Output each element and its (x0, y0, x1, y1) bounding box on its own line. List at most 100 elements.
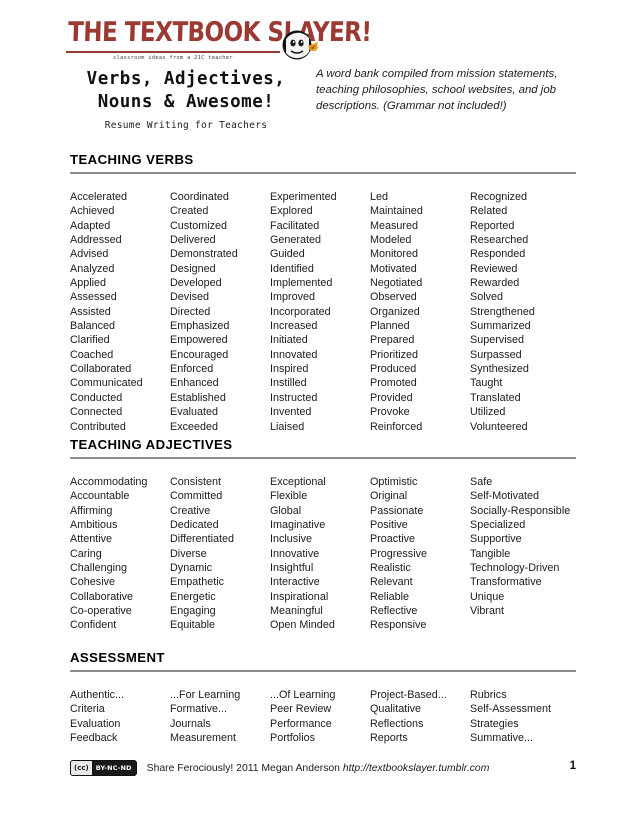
word-entry: Encouraged (170, 348, 229, 361)
section-title: TEACHING ADJECTIVES (70, 437, 233, 452)
word-entry: Imaginative (270, 519, 326, 532)
word-entry: ...Of Learning (270, 689, 336, 701)
word-columns: Accommodating Accountable Affirming Ambitio… (70, 475, 576, 633)
word-entry: Authentic... (70, 689, 125, 701)
brand-underline (66, 51, 280, 53)
section-divider (70, 457, 576, 459)
word-entry: Achieved (70, 205, 115, 218)
word-entry: Improved (270, 291, 316, 304)
word-entry: Initiated (270, 334, 308, 347)
word-entry: Dynamic (170, 562, 212, 575)
word-entry: Ambitious (70, 519, 118, 532)
word-column: Accommodating Accountable Affirming Ambitio… (70, 475, 170, 633)
word-entry: Strengthened (470, 305, 535, 318)
word-entry: Communicated (70, 377, 143, 390)
section-divider (70, 172, 576, 174)
word-entry: Affirming (70, 504, 113, 517)
word-entry: Exceptional (270, 476, 326, 488)
word-columns: Accelerated Achieved Adapted Addressed Advis… (70, 190, 576, 434)
word-entry: Feedback (70, 732, 118, 745)
word-entry: Developed (170, 277, 222, 290)
word-entry: Innovative (270, 547, 320, 560)
word-entry: Passionate (370, 504, 424, 517)
word-entry: Created (170, 205, 209, 218)
word-entry: Balanced (70, 320, 116, 333)
word-column: Accelerated Achieved Adapted Addressed Advis… (70, 190, 170, 434)
section-divider (70, 670, 576, 672)
word-entry: Measurement (170, 732, 237, 745)
word-entry: Relevant (370, 576, 413, 589)
word-entry: Peer Review (270, 703, 332, 716)
word-entry: Implemented (270, 277, 333, 290)
word-entry: Motivated (370, 262, 417, 275)
word-entry: Provided (370, 391, 413, 404)
word-entry: Responsive (370, 619, 427, 632)
footer-credit-text: Share Ferociously! 2011 Megan Anderson (146, 762, 343, 774)
word-entry: Evaluated (170, 406, 219, 419)
word-entry: Empowered (170, 334, 228, 347)
word-entry: Reports (370, 732, 408, 745)
slayer-mascot-icon (280, 26, 320, 66)
section-teaching-adjectives: TEACHING ADJECTIVES Accommodating Account… (70, 437, 576, 633)
word-columns: Authentic... Criteria Evaluation Feedback .… (70, 688, 576, 745)
page-number: 1 (569, 760, 576, 772)
word-entry: Socially-Responsible (470, 504, 571, 517)
creative-commons-badge-icon[interactable]: (cc) BY-NC-ND (70, 760, 137, 776)
word-entry: Meaningful (270, 605, 323, 618)
word-entry: Accountable (70, 490, 130, 503)
word-entry: Supervised (470, 334, 525, 347)
section-assessment: ASSESSMENT Authentic... Criteria Evaluatio… (70, 650, 576, 745)
section-teaching-verbs: TEACHING VERBS Accelerated Achieved Adapte… (70, 152, 576, 434)
word-entry: Supportive (470, 533, 522, 546)
word-entry: Summarized (470, 320, 531, 333)
word-entry: Inclusive (270, 533, 313, 546)
section-title: ASSESSMENT (70, 650, 165, 665)
word-entry: Coached (70, 348, 114, 361)
brand-logo: THE TEXTBOOK SLAYER! classroom ideas fro… (66, 18, 372, 61)
word-entry: Planned (370, 320, 410, 333)
word-entry: Collaborated (70, 363, 132, 376)
footer-url-link[interactable]: http://textbookslayer.tumblr.com (343, 763, 490, 774)
word-entry: Provoke (370, 406, 410, 419)
word-entry: Demonstrated (170, 248, 238, 261)
word-column: ...For Learning Formative... Journals Measu… (170, 688, 270, 745)
word-entry: Rewarded (470, 277, 520, 290)
word-entry: Addressed (70, 234, 122, 247)
word-entry: Experimented (270, 191, 337, 203)
word-entry: Monitored (370, 248, 419, 261)
word-entry: Customized (170, 219, 228, 232)
word-entry: Reflections (370, 717, 424, 730)
word-column: Optimistic Original Passionate Positive Proa… (370, 475, 470, 633)
word-entry: Instilled (270, 377, 307, 390)
word-entry: Connected (70, 406, 123, 419)
word-entry: Delivered (170, 234, 216, 247)
word-entry: Advised (70, 248, 109, 261)
word-entry: Journals (170, 717, 211, 730)
word-entry: Responded (470, 248, 526, 261)
word-entry: Synthesized (470, 363, 529, 376)
word-entry: Recognized (470, 191, 528, 203)
word-entry: Diverse (170, 547, 207, 560)
word-entry: Accommodating (70, 476, 148, 488)
word-entry: Maintained (370, 205, 423, 218)
word-entry: Cohesive (70, 576, 116, 589)
word-entry: Evaluation (70, 717, 121, 730)
word-entry: Optimistic (370, 476, 418, 488)
word-entry: Technology-Driven (470, 562, 560, 575)
page-title-line-2: Nouns & Awesome! (97, 92, 275, 112)
page-subtitle: Resume Writing for Teachers (104, 120, 268, 131)
word-entry: Adapted (70, 219, 111, 232)
word-column: Coordinated Created Customized Delivered Dem… (170, 190, 270, 434)
word-column: ...Of Learning Peer Review Performance Port… (270, 688, 370, 745)
word-entry: Negotiated (370, 277, 423, 290)
word-entry: Transformative (470, 576, 542, 589)
word-entry: Invented (270, 406, 312, 419)
word-entry: Assisted (70, 305, 111, 318)
word-column: Authentic... Criteria Evaluation Feedback (70, 688, 170, 745)
word-entry: Creative (170, 504, 211, 517)
word-entry: Solved (470, 291, 504, 304)
word-entry: Accelerated (70, 191, 128, 203)
brand-tagline: classroom ideas from a 21C teacher (113, 54, 233, 61)
word-entry: Flexible (270, 490, 308, 503)
word-entry: Organized (370, 305, 420, 318)
